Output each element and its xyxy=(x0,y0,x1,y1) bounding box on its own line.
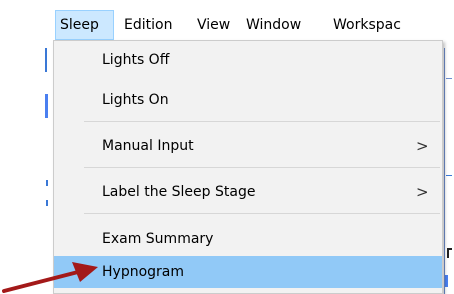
menu-item-hypnogram[interactable]: Hypnogram xyxy=(54,256,442,288)
menu-item-label: Label the Sleep Stage xyxy=(102,184,256,200)
background-content-fragment xyxy=(445,275,448,287)
menu-item-manual-input[interactable]: Manual Input > xyxy=(54,131,442,161)
menu-item-exam-summary[interactable]: Exam Summary xyxy=(54,224,442,254)
menu-view[interactable]: View xyxy=(197,10,230,40)
background-content-fragment xyxy=(446,175,452,176)
menu-item-label: Manual Input xyxy=(102,138,194,154)
background-content-fragment xyxy=(46,200,48,206)
menu-item-label: Hypnogram xyxy=(102,264,184,280)
background-content-fragment xyxy=(45,48,47,72)
menu-separator xyxy=(84,167,440,168)
chevron-right-icon: > xyxy=(416,137,429,155)
menu-item-lights-on[interactable]: Lights On xyxy=(54,85,442,115)
menu-item-label: Lights On xyxy=(102,92,169,108)
background-content-fragment xyxy=(444,48,445,294)
background-content-fragment xyxy=(446,78,452,79)
menu-item-label: Lights Off xyxy=(102,52,170,68)
menu-edition[interactable]: Edition xyxy=(124,10,172,40)
background-content-fragment xyxy=(447,248,452,258)
menu-item-lights-off[interactable]: Lights Off xyxy=(54,45,442,75)
sleep-dropdown-menu: Lights Off Lights On Manual Input > Labe… xyxy=(53,40,443,294)
background-content-fragment xyxy=(45,94,48,118)
annotation-arrow-icon xyxy=(2,262,98,293)
application-window: Sleep Edition View Window Workspac Light… xyxy=(0,0,454,294)
menu-separator xyxy=(84,213,440,214)
menu-bar: Sleep Edition View Window Workspac xyxy=(0,10,454,40)
chevron-right-icon: > xyxy=(416,183,429,201)
menu-sleep[interactable]: Sleep xyxy=(55,10,114,40)
background-content-fragment xyxy=(46,180,48,186)
menu-item-label: Exam Summary xyxy=(102,231,214,247)
menu-separator xyxy=(84,121,440,122)
menu-workspace[interactable]: Workspac xyxy=(333,10,401,40)
menu-window[interactable]: Window xyxy=(246,10,301,40)
menu-item-label-sleep-stage[interactable]: Label the Sleep Stage > xyxy=(54,177,442,207)
